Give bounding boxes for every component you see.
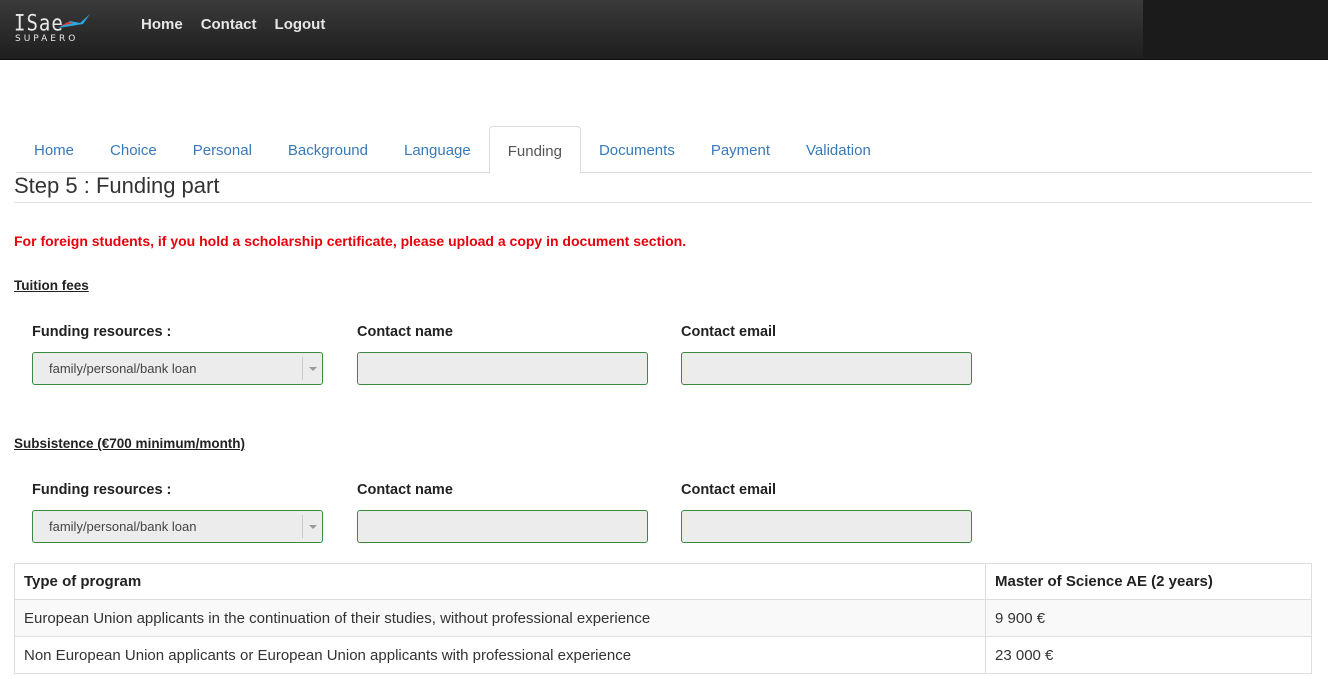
table-header-msc: Master of Science AE (2 years) [985, 563, 1312, 600]
isae-bird-logo-icon [58, 14, 90, 28]
nav-logout-link[interactable]: Logout [266, 0, 335, 50]
table-row: European Union applicants in the continu… [14, 599, 1312, 637]
tab-language[interactable]: Language [386, 126, 489, 173]
program-fees-table: Type of program Master of Science AE (2 … [14, 563, 1312, 674]
table-cell-fee: 9 900 € [985, 599, 1312, 637]
page-title: Step 5 : Funding part [14, 173, 220, 198]
subsistence-contact-name-label: Contact name [357, 482, 453, 498]
subsistence-funding-label: Funding resources : [32, 482, 172, 498]
scholarship-warning: For foreign students, if you hold a scho… [14, 233, 687, 249]
tuition-funding-label: Funding resources : [32, 324, 172, 340]
tuition-funding-select[interactable]: family/personal/bank loan [32, 352, 323, 385]
subsistence-funding-select[interactable]: family/personal/bank loan [32, 510, 323, 543]
table-header-program: Type of program [14, 563, 986, 600]
tuition-contact-email-field[interactable] [681, 352, 972, 385]
chevron-down-icon[interactable] [302, 515, 322, 538]
top-navbar: ISae SUPAERO Home Contact Logout [0, 0, 1328, 60]
subsistence-funding-value: family/personal/bank loan [49, 519, 197, 534]
title-divider [14, 202, 1312, 203]
tab-funding[interactable]: Funding [488, 126, 581, 174]
tab-validation[interactable]: Validation [788, 126, 889, 173]
tab-personal[interactable]: Personal [175, 126, 270, 173]
logo-subtext: SUPAERO [15, 34, 79, 44]
chevron-down-icon[interactable] [302, 357, 322, 380]
table-row: Non European Union applicants or Europea… [14, 636, 1312, 674]
tuition-contact-name-field[interactable] [357, 352, 648, 385]
tab-documents[interactable]: Documents [581, 126, 693, 173]
table-cell-fee: 23 000 € [985, 636, 1312, 674]
nav-contact-link[interactable]: Contact [192, 0, 266, 50]
nav-home-link[interactable]: Home [132, 0, 192, 50]
subsistence-contact-email-label: Contact email [681, 482, 777, 498]
table-cell-program: European Union applicants in the continu… [14, 599, 986, 637]
topbar-right-panel [1143, 0, 1328, 58]
tuition-fees-heading: Tuition fees [14, 278, 89, 293]
tab-background[interactable]: Background [270, 126, 386, 173]
table-cell-program: Non European Union applicants or Europea… [14, 636, 986, 674]
subsistence-contact-email-field[interactable] [681, 510, 972, 543]
tab-payment[interactable]: Payment [693, 126, 788, 173]
step-tabs: Home Choice Personal Background Language… [16, 126, 1312, 174]
tuition-funding-value: family/personal/bank loan [49, 361, 197, 376]
subsistence-heading: Subsistence (€700 minimum/month) [14, 436, 246, 451]
top-nav-links: Home Contact Logout [132, 0, 334, 50]
table-header-row: Type of program Master of Science AE (2 … [14, 563, 1312, 600]
tab-choice[interactable]: Choice [92, 126, 175, 173]
isae-supaero-logo[interactable]: ISae SUPAERO [14, 11, 104, 48]
tab-home[interactable]: Home [16, 126, 92, 173]
tuition-contact-name-label: Contact name [357, 324, 453, 340]
tuition-contact-email-label: Contact email [681, 324, 777, 340]
subsistence-contact-name-field[interactable] [357, 510, 648, 543]
